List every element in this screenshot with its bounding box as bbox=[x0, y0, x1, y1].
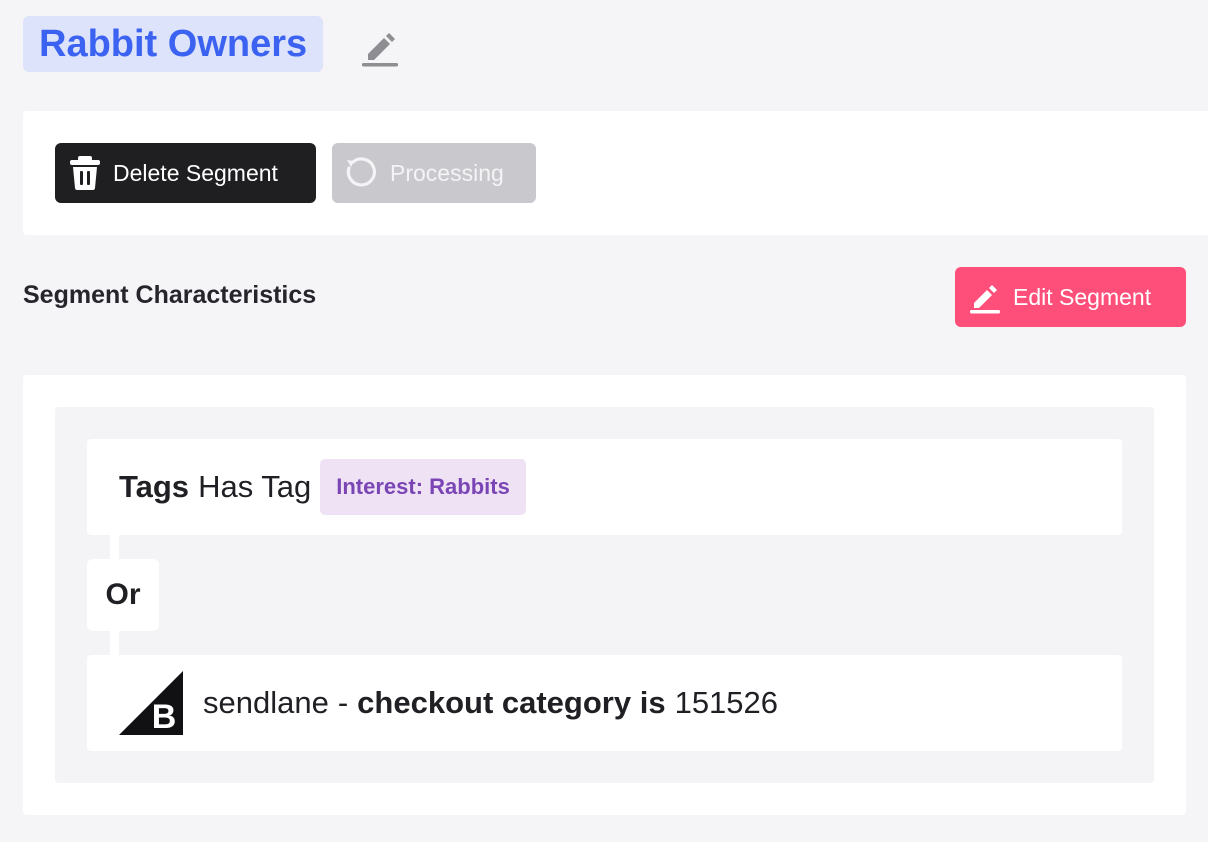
rule-source: sendlane bbox=[203, 685, 329, 720]
pencil-icon bbox=[362, 33, 398, 67]
rule-separator: - bbox=[337, 685, 349, 720]
processing-label: Processing bbox=[390, 159, 504, 186]
edit-title-button[interactable] bbox=[360, 26, 400, 68]
rule-condition: checkout category is bbox=[357, 685, 666, 720]
processing-button[interactable]: Processing bbox=[332, 143, 536, 203]
rule-tags: Tags Has Tag Interest: Rabbits bbox=[87, 439, 1122, 535]
segment-characteristics-heading: Segment Characteristics bbox=[23, 281, 317, 309]
rule-operator: Has Tag bbox=[198, 469, 312, 504]
refresh-icon bbox=[346, 157, 376, 187]
segment-title-text: Rabbit Owners bbox=[39, 22, 308, 65]
tag-badge: Interest: Rabbits bbox=[320, 459, 526, 515]
or-label: Or bbox=[105, 578, 141, 611]
rule-checkout-category: B sendlane - checkout category is 151526 bbox=[87, 655, 1122, 751]
segment-title: Rabbit Owners bbox=[23, 16, 324, 72]
delete-segment-label: Delete Segment bbox=[113, 159, 278, 186]
rule-field: Tags bbox=[119, 469, 190, 504]
edit-segment-button[interactable]: Edit Segment bbox=[955, 267, 1186, 327]
trash-icon bbox=[70, 156, 100, 190]
svg-text:B: B bbox=[152, 698, 177, 735]
rule-value: 151526 bbox=[674, 685, 779, 720]
bigcommerce-logo-icon: B bbox=[119, 671, 183, 735]
connector-line bbox=[110, 535, 119, 559]
or-connector: Or bbox=[87, 559, 159, 631]
delete-segment-button[interactable]: Delete Segment bbox=[55, 143, 316, 203]
connector-line bbox=[110, 631, 119, 655]
pencil-icon bbox=[970, 285, 1000, 314]
edit-segment-label: Edit Segment bbox=[1013, 283, 1152, 310]
tag-label: Interest: Rabbits bbox=[336, 474, 510, 499]
